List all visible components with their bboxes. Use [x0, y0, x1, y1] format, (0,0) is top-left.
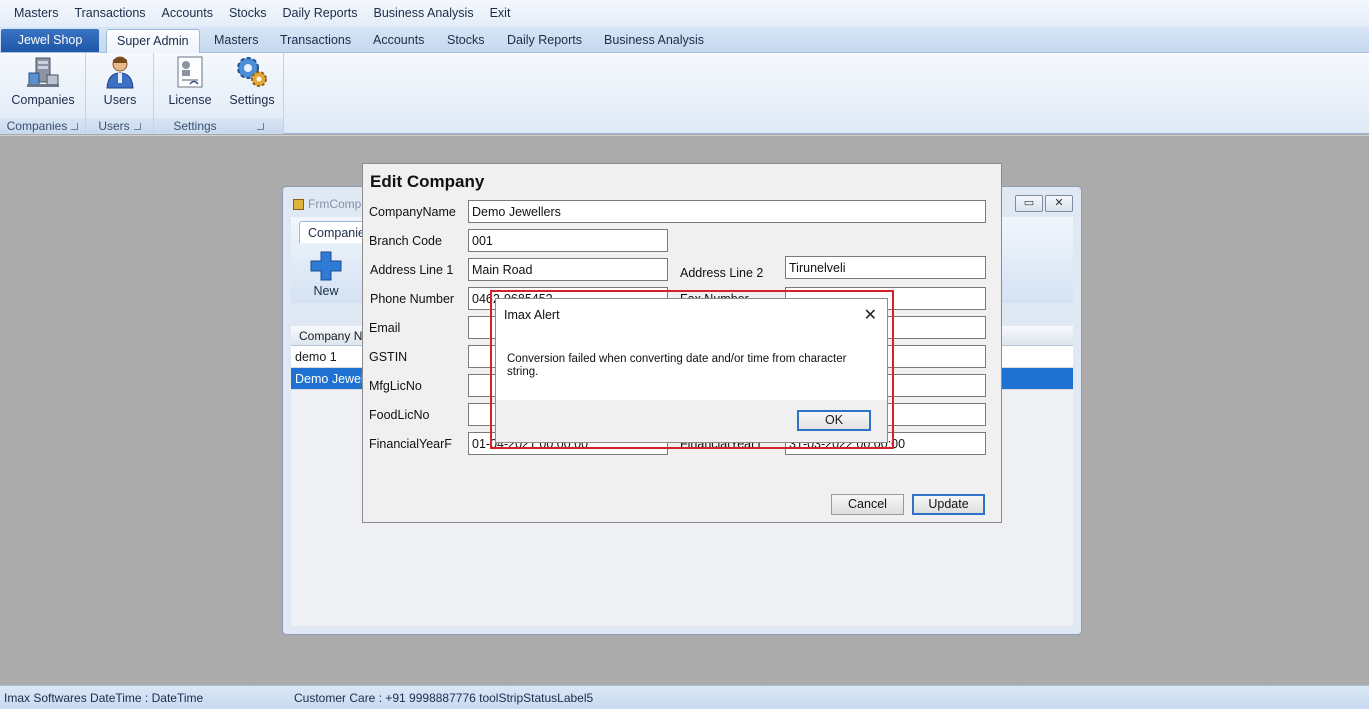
companies-launcher-icon[interactable] — [71, 123, 79, 131]
tab-super-admin[interactable]: Super Admin — [106, 29, 200, 53]
address1-input[interactable] — [468, 258, 668, 281]
ribbon-group-users: Users Users — [86, 53, 154, 134]
child-window-title: FrmComp — [293, 197, 361, 211]
menu-transactions[interactable]: Transactions — [66, 0, 153, 27]
status-bar: Imax Softwares DateTime : DateTime Custo… — [0, 685, 1369, 709]
child-window-controls: ▭ ✕ — [1015, 195, 1073, 212]
menu-stocks[interactable]: Stocks — [221, 0, 275, 27]
user-icon — [106, 56, 134, 89]
companies-button[interactable]: Companies — [8, 55, 78, 107]
menu-masters[interactable]: Masters — [6, 0, 66, 27]
cancel-button[interactable]: Cancel — [831, 494, 904, 515]
license-button-label: License — [168, 93, 212, 107]
ribbon-panel: Companies Companies Users Users License … — [0, 53, 1369, 134]
imax-alert-dialog: Imax Alert ✕ Conversion failed when conv… — [495, 298, 888, 443]
company-name-input[interactable] — [468, 200, 986, 223]
email-label: Email — [369, 321, 401, 335]
settings-button-label: Settings — [229, 93, 275, 107]
license-icon — [177, 56, 203, 88]
alert-message: Conversion failed when converting date a… — [507, 353, 847, 378]
restore-icon[interactable]: ▭ — [1015, 195, 1043, 212]
status-customer-care: Customer Care : +91 9998887776 toolStrip… — [294, 691, 594, 705]
companies-button-label: Companies — [11, 93, 75, 107]
ribbon-group-companies: Companies Companies — [0, 53, 86, 134]
ribbon-tab-row: Jewel Shop Super Admin Masters Transacti… — [0, 27, 1369, 53]
address2-input[interactable] — [785, 256, 986, 279]
tab-daily-reports[interactable]: Daily Reports — [497, 29, 592, 53]
users-button-label: Users — [103, 93, 137, 107]
foodlic-label: FoodLicNo — [369, 408, 430, 422]
users-launcher-icon[interactable] — [133, 123, 141, 131]
phone-label: Phone Number — [370, 292, 455, 306]
update-button[interactable]: Update — [912, 494, 985, 515]
status-datetime: Imax Softwares DateTime : DateTime — [4, 691, 204, 705]
tab-stocks[interactable]: Stocks — [437, 29, 495, 53]
address2-label: Address Line 2 — [680, 266, 764, 280]
form-icon — [293, 199, 304, 211]
companies-group-label: Companies — [0, 118, 85, 134]
dialog-title: Edit Company — [370, 172, 485, 191]
tab-accounts[interactable]: Accounts — [363, 29, 434, 53]
settings-gear-icon — [237, 57, 267, 87]
new-button-label: New — [313, 284, 339, 298]
tab-business-analysis[interactable]: Business Analysis — [594, 29, 714, 53]
tab-masters[interactable]: Masters — [204, 29, 268, 53]
companies-icon — [27, 57, 59, 87]
menu-business-analysis[interactable]: Business Analysis — [366, 0, 482, 27]
license-button[interactable]: License — [164, 55, 216, 107]
app-menu-button[interactable]: Jewel Shop — [1, 29, 99, 52]
gstin-label: GSTIN — [369, 350, 408, 364]
menu-daily-reports[interactable]: Daily Reports — [274, 0, 365, 27]
company-name-label: CompanyName — [369, 205, 456, 219]
ribbon-group-settings: License Settings Settings — [154, 53, 284, 134]
branch-code-input[interactable] — [468, 229, 668, 252]
settings-button[interactable]: Settings — [226, 55, 278, 107]
alert-footer: OK — [496, 400, 887, 442]
plus-icon — [310, 251, 342, 281]
menu-exit[interactable]: Exit — [482, 0, 519, 27]
settings-launcher-icon[interactable] — [256, 123, 264, 131]
main-menu-bar: Masters Transactions Accounts Stocks Dai… — [0, 0, 1369, 27]
menu-accounts[interactable]: Accounts — [154, 0, 221, 27]
address1-label: Address Line 1 — [370, 263, 454, 277]
alert-title: Imax Alert — [504, 308, 560, 322]
new-button[interactable]: New — [309, 251, 343, 298]
fy-from-label: FinancialYearF — [369, 437, 452, 451]
branch-code-label: Branch Code — [369, 234, 442, 248]
settings-group-label: Settings — [154, 118, 283, 134]
users-button[interactable]: Users — [96, 55, 144, 107]
close-icon[interactable]: ✕ — [1045, 195, 1073, 212]
ok-button[interactable]: OK — [797, 410, 871, 431]
mfglic-label: MfgLicNo — [369, 379, 422, 393]
tab-transactions[interactable]: Transactions — [270, 29, 361, 53]
users-group-label: Users — [86, 118, 153, 134]
close-icon[interactable]: ✕ — [864, 305, 877, 325]
